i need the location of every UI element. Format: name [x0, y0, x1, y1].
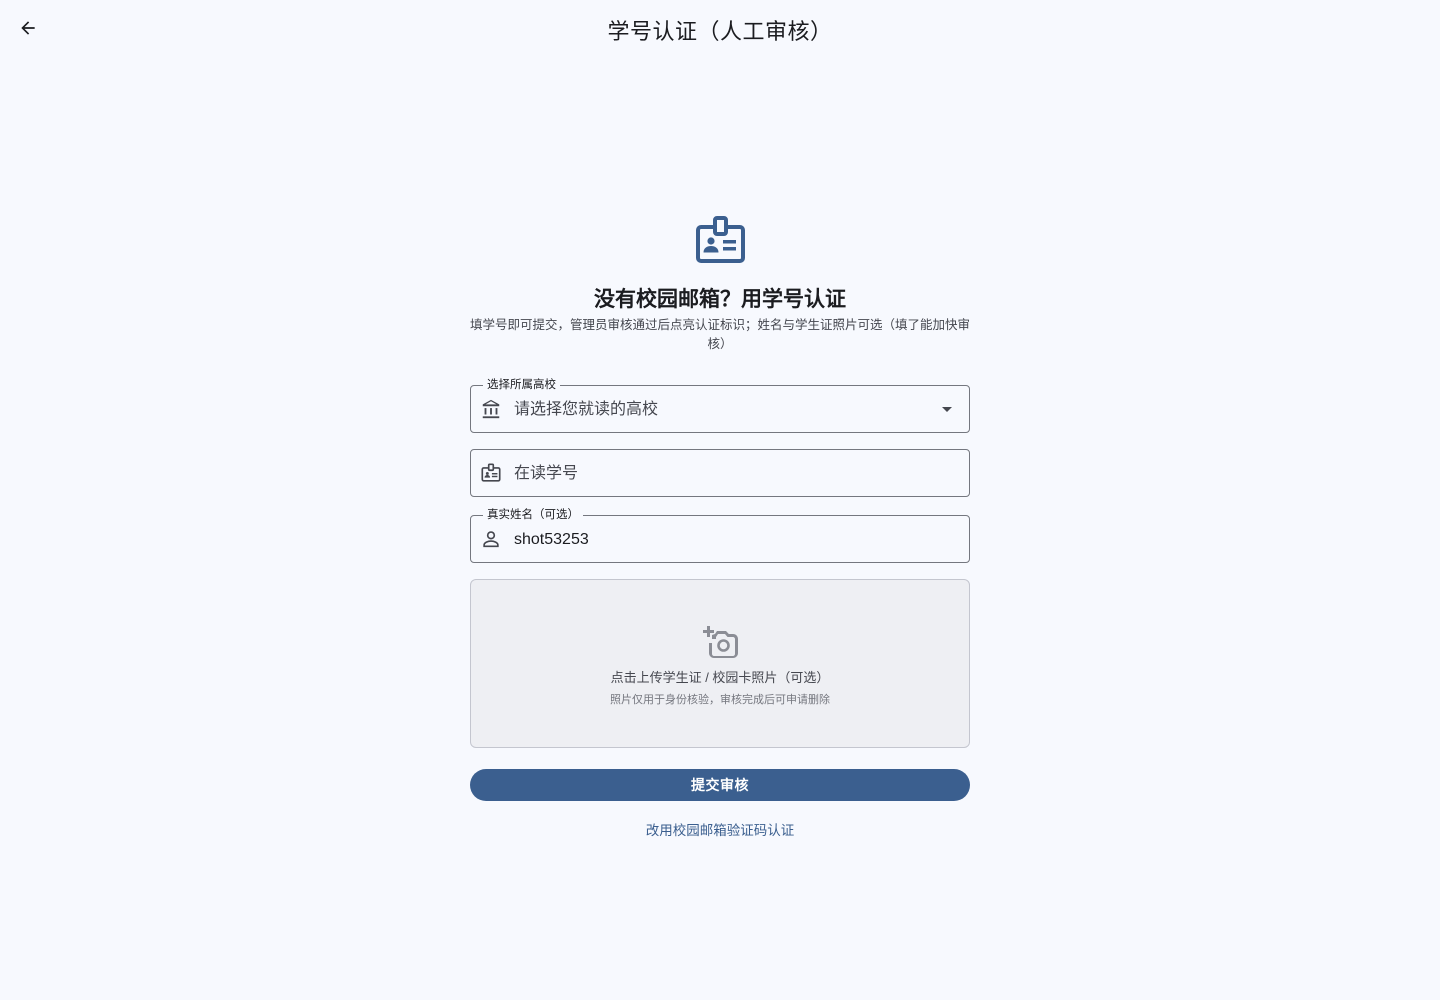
upload-title: 点击上传学生证 / 校园卡照片（可选） — [610, 670, 830, 685]
photo-upload-area[interactable]: 点击上传学生证 / 校园卡照片（可选） 照片仅用于身份核验，审核完成后可申请删除 — [470, 579, 970, 748]
email-verification-link[interactable]: 改用校园邮箱验证码认证 — [470, 819, 970, 839]
student-id-placeholder: 在读学号 — [514, 465, 579, 482]
student-id-input[interactable]: 在读学号 — [470, 449, 970, 497]
real-name-value: shot53253 — [514, 531, 589, 548]
description-text: 填学号即可提交，管理员审核通过后点亮认证标识；姓名与学生证照片可选（填了能加快审… — [470, 318, 971, 351]
headline: 没有校园邮箱？用学号认证 — [594, 288, 846, 311]
school-select-label: 选择所属高校 — [483, 378, 560, 392]
institution-icon — [482, 399, 500, 419]
upload-subtitle: 照片仅用于身份核验，审核完成后可申请删除 — [610, 694, 830, 706]
badge-icon — [696, 216, 745, 263]
person-icon — [483, 531, 499, 548]
school-select-placeholder: 请选择您就读的高校 — [514, 401, 659, 418]
school-select[interactable]: 选择所属高校 请选择您就读的高校 — [470, 378, 970, 433]
add-photo-icon — [703, 626, 738, 658]
badge-icon — [481, 463, 501, 482]
dropdown-arrow-icon[interactable] — [941, 403, 953, 415]
real-name-input[interactable]: 真实姓名（可选） shot53253 — [470, 508, 970, 563]
page-title: 学号认证（人工审核） — [607, 19, 833, 44]
submit-button[interactable]: 提交审核 — [470, 769, 970, 801]
real-name-label: 真实姓名（可选） — [483, 508, 583, 522]
app-bar: 学号认证（人工审核） — [0, 0, 1440, 60]
